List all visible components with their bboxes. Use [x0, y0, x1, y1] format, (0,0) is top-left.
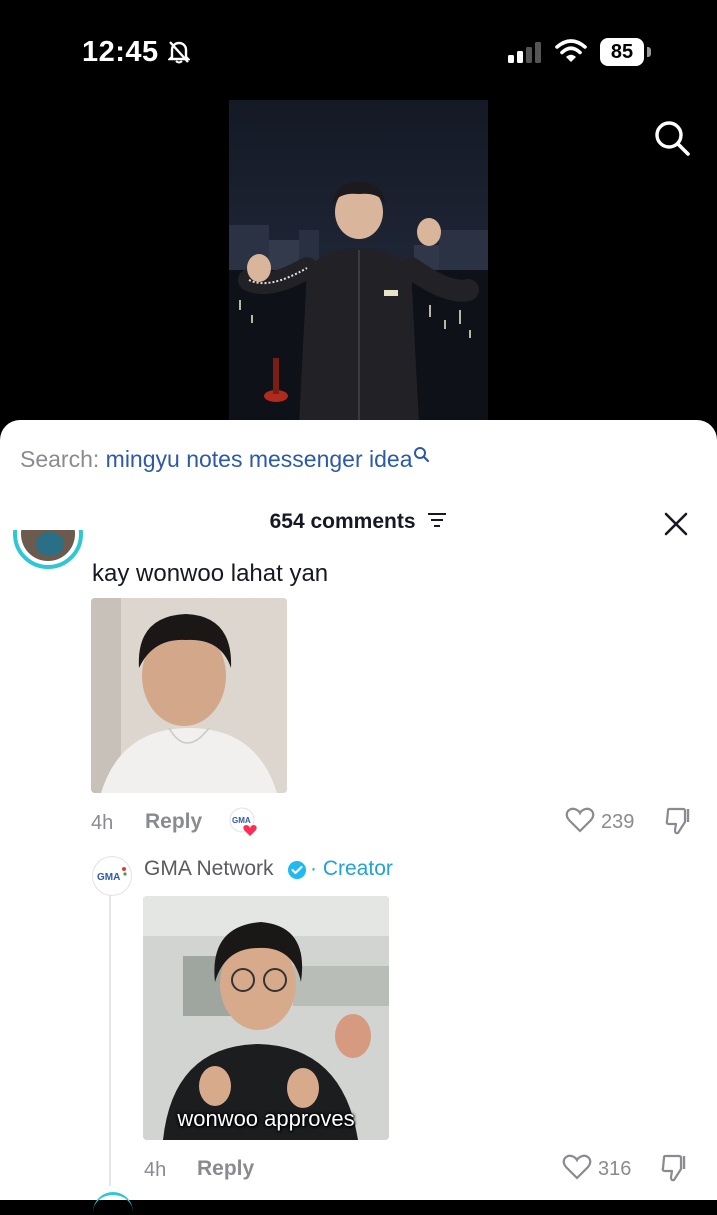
heart-icon[interactable] [565, 806, 595, 839]
comment-text: kay wonwoo lahat yan [92, 560, 329, 587]
search-term[interactable]: mingyu notes messenger idea [106, 446, 413, 472]
author-separator: · [310, 857, 317, 880]
reply-timestamp: 4h [144, 1159, 167, 1181]
video-frame [229, 182, 488, 425]
reply-reply-button[interactable]: Reply [197, 1157, 254, 1181]
search-icon[interactable] [652, 118, 692, 163]
reply-thread-line [109, 886, 111, 1186]
reply-image[interactable]: wonwoo approves [143, 896, 389, 1140]
battery-cap [647, 47, 651, 57]
reply-image-caption: wonwoo approves [177, 1106, 355, 1131]
comment-timestamp: 4h [91, 812, 114, 834]
reply-author-name[interactable]: GMA Network [144, 857, 274, 881]
reply-like-count: 316 [598, 1158, 632, 1180]
heart-icon[interactable] [562, 1153, 592, 1186]
search-suggestion[interactable]: Search: mingyu notes messenger idea [20, 446, 431, 473]
comment-like-count: 239 [601, 811, 635, 833]
status-time: 12:45 [82, 36, 159, 68]
creator-label: Creator [322, 857, 393, 880]
status-bar: 12:45 85 [0, 0, 717, 156]
thumbs-down-icon[interactable] [660, 1153, 688, 1188]
svg-text:GMA: GMA [97, 872, 120, 883]
verified-badge-icon [287, 860, 307, 885]
commenter-avatar[interactable] [12, 530, 84, 584]
search-icon[interactable] [413, 446, 431, 472]
thumbs-down-icon[interactable] [664, 806, 692, 841]
next-commenter-avatar[interactable] [93, 1192, 133, 1215]
creator-liked-icon: GMA [228, 806, 260, 838]
wifi-icon [555, 38, 587, 69]
reply-author-avatar[interactable]: GMA [92, 856, 132, 896]
reply-button[interactable]: Reply [145, 810, 202, 834]
bell-slash-icon [167, 40, 191, 69]
svg-text:GMA: GMA [232, 816, 251, 825]
video-player[interactable] [229, 100, 488, 425]
close-icon[interactable] [662, 510, 690, 538]
cellular-signal-icon [508, 41, 546, 68]
comments-count-header: 654 comments [0, 510, 717, 534]
creator-badge: · Creator [310, 857, 393, 881]
comments-sheet: Search: mingyu notes messenger idea 654 … [0, 420, 717, 1200]
comment-image[interactable] [91, 598, 287, 793]
sort-icon[interactable] [427, 510, 447, 534]
search-prefix: Search: [20, 446, 100, 472]
comments-count: 654 comments [269, 510, 416, 533]
battery-level: 85 [600, 38, 644, 66]
